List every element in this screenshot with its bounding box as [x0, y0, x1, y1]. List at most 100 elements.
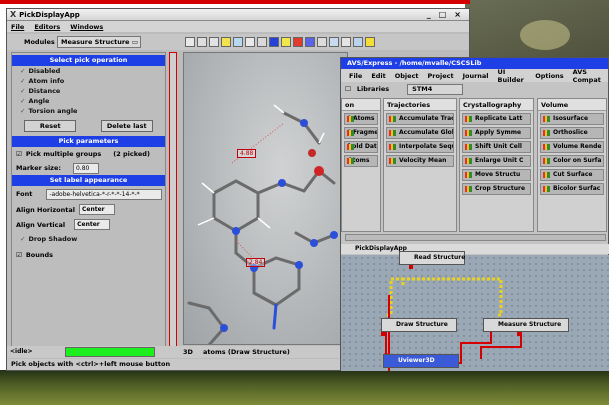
- module-item[interactable]: Color on Surfa: [540, 155, 604, 167]
- node-read-structure[interactable]: Read Structure: [399, 251, 465, 265]
- output-port[interactable]: [517, 332, 521, 336]
- column-header: Trajectories: [384, 99, 456, 111]
- network-editor-title: PickDisplayApp: [341, 244, 609, 254]
- toolbar-tool-icon[interactable]: [257, 37, 267, 47]
- library-column: Volume Isosurface Orthoslice Volume Rend…: [537, 98, 607, 232]
- module-item[interactable]: Move Structu: [462, 169, 531, 181]
- menu-windows[interactable]: Windows: [70, 23, 103, 31]
- font-label: Font: [16, 190, 33, 198]
- bounds-label[interactable]: Bounds: [26, 251, 53, 259]
- module-item[interactable]: Volume Rende: [540, 141, 604, 153]
- checkbox-icon[interactable]: ☑: [16, 251, 22, 259]
- option-torsion-angle[interactable]: Torsion angle: [12, 106, 165, 116]
- font-field[interactable]: -adobe-helvetica-*-r-*-*-14-*-*: [46, 188, 163, 200]
- module-library-columns: on t Atoms t Fragments hold Data Atoms T…: [341, 98, 609, 232]
- express-title[interactable]: AVS/Express - /home/mvalle/CSCSLib: [341, 58, 608, 69]
- window-titlebar[interactable]: X PickDisplayApp _ □ ×: [7, 9, 469, 21]
- module-item[interactable]: hold Data: [344, 141, 378, 153]
- express-menu-bar: File Edit Object Project Journal UI Buil…: [341, 68, 608, 84]
- module-item[interactable]: Isosurface: [540, 113, 604, 125]
- module-item[interactable]: Cut Surface: [540, 169, 604, 181]
- toolbar-tool-icon[interactable]: [341, 37, 351, 47]
- option-distance[interactable]: Distance: [12, 86, 165, 96]
- express-menu-journal[interactable]: Journal: [463, 72, 489, 80]
- module-item[interactable]: Apply Symme: [462, 127, 531, 139]
- module-item[interactable]: t Fragments: [344, 127, 378, 139]
- reset-button[interactable]: Reset: [24, 120, 77, 132]
- toolbar-tool-icon[interactable]: [221, 37, 231, 47]
- option-disabled[interactable]: Disabled: [12, 66, 165, 76]
- toolbar-tool-icon[interactable]: [269, 37, 279, 47]
- module-item[interactable]: Interpolate Seque: [386, 141, 454, 153]
- express-menu-edit[interactable]: Edit: [371, 72, 385, 80]
- column-header: Volume: [538, 99, 606, 111]
- module-item[interactable]: Crop Structure: [462, 183, 531, 195]
- express-menu-file[interactable]: File: [349, 72, 362, 80]
- toolbar-tool-icon[interactable]: [293, 37, 303, 47]
- toolbar-tool-icon[interactable]: [281, 37, 291, 47]
- output-port[interactable]: [409, 265, 413, 269]
- toolbar-tool-icon[interactable]: [245, 37, 255, 47]
- toolbar-tool-icon[interactable]: [353, 37, 363, 47]
- checkbox-icon[interactable]: ☑: [16, 150, 22, 158]
- section-header-label-appearance: Set label appearance: [12, 175, 165, 186]
- module-item[interactable]: Atoms: [344, 155, 378, 167]
- pick-multiple-label[interactable]: Pick multiple groups: [26, 150, 101, 158]
- express-menu-options[interactable]: Options: [535, 72, 563, 80]
- picked-count: (2 picked): [113, 150, 150, 158]
- align-vertical-dropdown[interactable]: Center: [74, 219, 111, 230]
- module-item[interactable]: Orthoslice: [540, 127, 604, 139]
- screen: X PickDisplayApp _ □ × File Editors Wind…: [0, 0, 609, 405]
- toolbar-tool-icon[interactable]: [233, 37, 243, 47]
- toolbar: Modules Measure Structure ▭: [7, 34, 469, 50]
- module-item[interactable]: Accumulate Glob: [386, 127, 454, 139]
- modules-dropdown[interactable]: Measure Structure ▭: [57, 36, 141, 48]
- node-measure-structure[interactable]: Measure Structure: [483, 318, 569, 332]
- express-menu-project[interactable]: Project: [428, 72, 454, 80]
- toolbar-tool-icon[interactable]: [197, 37, 207, 47]
- module-item[interactable]: Enlarge Unit C: [462, 155, 531, 167]
- toolbar-tool-icon[interactable]: [185, 37, 195, 47]
- marker-size-field[interactable]: 0.80: [72, 162, 99, 174]
- library-dropdown[interactable]: STM4: [407, 83, 464, 95]
- minimize-button[interactable]: _: [427, 10, 431, 19]
- module-item[interactable]: Replicate Latt: [462, 113, 531, 125]
- module-item[interactable]: Shift Unit Cell: [462, 141, 531, 153]
- libraries-row: ☐ Libraries STM4: [341, 82, 608, 96]
- option-atom-info[interactable]: Atom info: [12, 76, 165, 86]
- marker-size-label: Marker size:: [16, 164, 61, 172]
- node-uviewer3d[interactable]: Uviewer3D: [383, 354, 459, 368]
- panel-scrollbar[interactable]: [169, 52, 177, 350]
- node-draw-structure[interactable]: Draw Structure: [381, 318, 457, 332]
- module-item[interactable]: Bicolor Surfac: [540, 183, 604, 195]
- align-horizontal-dropdown[interactable]: Center: [78, 204, 115, 215]
- network-editor[interactable]: Read Structure Draw Structure Measure St…: [341, 251, 609, 371]
- output-port[interactable]: [381, 332, 385, 336]
- library-scrollbar[interactable]: [345, 234, 606, 241]
- library-column: on t Atoms t Fragments hold Data Atoms: [341, 98, 381, 232]
- delete-last-button[interactable]: Delete last: [100, 120, 153, 132]
- menu-file[interactable]: File: [11, 23, 24, 31]
- toolbar-tool-icon[interactable]: [365, 37, 375, 47]
- x-logo-icon: X: [10, 10, 17, 19]
- express-menu-ui-builder[interactable]: UI Builder: [498, 68, 527, 84]
- toolbar-tool-icon[interactable]: [329, 37, 339, 47]
- express-menu-avs-compat[interactable]: AVS Compat: [573, 68, 608, 84]
- module-item[interactable]: t Atoms: [344, 113, 378, 125]
- molecule-viewer[interactable]: 4.88 2.84: [183, 52, 348, 345]
- menu-editors[interactable]: Editors: [34, 23, 60, 31]
- module-item[interactable]: Velocity Mean: [386, 155, 454, 167]
- option-angle[interactable]: Angle: [12, 96, 165, 106]
- drop-shadow-checkbox[interactable]: Drop Shadow: [12, 234, 165, 244]
- express-menu-object[interactable]: Object: [395, 72, 419, 80]
- modules-dropdown-value: Measure Structure: [61, 38, 130, 46]
- toolbar-icons: [185, 37, 375, 47]
- close-button[interactable]: ×: [454, 10, 461, 19]
- module-item[interactable]: Accumulate Trac: [386, 113, 454, 125]
- checkbox-icon[interactable]: ☐: [345, 85, 351, 93]
- toolbar-tool-icon[interactable]: [209, 37, 219, 47]
- maximize-button[interactable]: □: [439, 10, 447, 19]
- toolbar-tool-icon[interactable]: [305, 37, 315, 47]
- toolbar-tool-icon[interactable]: [317, 37, 327, 47]
- window-title: PickDisplayApp: [19, 10, 80, 19]
